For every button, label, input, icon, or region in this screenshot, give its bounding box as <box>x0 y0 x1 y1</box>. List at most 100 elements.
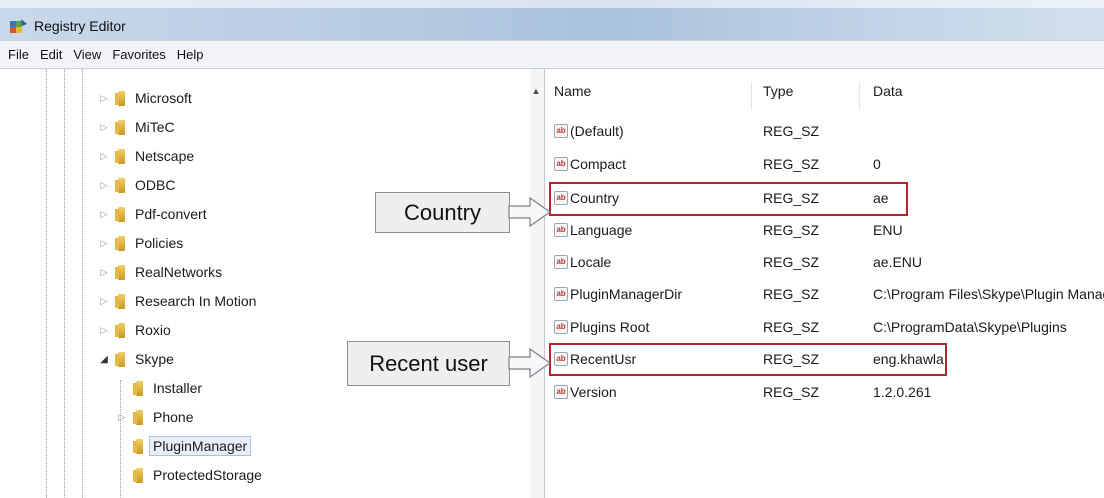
column-divider[interactable] <box>859 83 860 109</box>
expand-arrow-icon[interactable]: ▷ <box>96 180 112 191</box>
value-data: 0 <box>873 156 881 172</box>
string-value-icon: ab <box>554 124 568 138</box>
value-name: PluginManagerDir <box>570 286 683 302</box>
tree-item-label: ODBC <box>135 177 176 193</box>
tree-item-label: Research In Motion <box>135 293 257 309</box>
recentusr-highlight-box <box>549 343 947 376</box>
tree-guide-line <box>64 69 65 498</box>
tree-guide-line <box>46 69 47 498</box>
value-type: REG_SZ <box>763 222 820 238</box>
value-data: C:\ProgramData\Skype\Plugins <box>873 319 1067 335</box>
expand-arrow-icon[interactable]: ▷ <box>96 296 112 307</box>
expand-arrow-icon[interactable]: ▷ <box>96 238 112 249</box>
menu-edit[interactable]: Edit <box>40 47 62 62</box>
value-row-compact[interactable]: ab Compact REG_SZ 0 <box>546 152 1104 178</box>
folder-icon <box>114 264 128 280</box>
country-highlight-box <box>549 182 908 216</box>
tree-item-label: ProtectedStorage <box>153 467 262 483</box>
tree-item-label: Installer <box>153 380 203 396</box>
expand-arrow-icon[interactable]: ▷ <box>114 412 130 423</box>
value-row-plugins-root[interactable]: ab Plugins Root REG_SZ C:\ProgramData\Sk… <box>546 315 1104 341</box>
folder-icon <box>132 467 146 483</box>
tree-item-research-in-motion[interactable]: ▷ Research In Motion <box>96 288 256 314</box>
folder-icon <box>114 119 128 135</box>
registry-editor-icon <box>10 19 27 33</box>
tree-item-microsoft[interactable]: ▷ Microsoft <box>96 85 192 111</box>
folder-icon <box>114 322 128 338</box>
tree-item-label: Pdf-convert <box>135 206 207 222</box>
value-type: REG_SZ <box>763 254 820 270</box>
tree-item-label: Policies <box>135 235 184 251</box>
menu-favorites[interactable]: Favorites <box>112 47 165 62</box>
tree-item-roxio[interactable]: ▷ Roxio <box>96 317 171 343</box>
value-name: Version <box>570 384 617 400</box>
value-name: Plugins Root <box>570 319 650 335</box>
tree-item-label: Roxio <box>135 322 171 338</box>
title-bar-shine <box>0 0 1104 8</box>
recent-user-arrow-icon <box>508 347 552 379</box>
value-name: Locale <box>570 254 612 270</box>
column-header-data[interactable]: Data <box>873 83 903 99</box>
value-type: REG_SZ <box>763 319 820 335</box>
string-value-icon: ab <box>554 223 568 237</box>
values-pane[interactable]: Name Type Data ab (Default) REG_SZ ab Co… <box>546 69 1104 498</box>
country-arrow-icon <box>508 196 552 228</box>
tree-item-pdf-convert[interactable]: ▷ Pdf-convert <box>96 201 207 227</box>
column-header-name[interactable]: Name <box>554 83 591 99</box>
tree-item-label: PluginManager <box>149 436 252 456</box>
folder-icon <box>132 438 146 454</box>
tree-item-installer[interactable]: Installer <box>114 375 202 401</box>
expand-arrow-icon[interactable]: ▷ <box>96 209 112 220</box>
value-row-version[interactable]: ab Version REG_SZ 1.2.0.261 <box>546 380 1104 406</box>
value-type: REG_SZ <box>763 384 820 400</box>
title-bar: Registry Editor <box>0 0 1104 40</box>
tree-item-realnetworks[interactable]: ▷ RealNetworks <box>96 259 222 285</box>
value-type: REG_SZ <box>763 156 820 172</box>
menu-help[interactable]: Help <box>177 47 204 62</box>
tree-item-skype[interactable]: ◢ Skype <box>96 346 174 372</box>
value-data: C:\Program Files\Skype\Plugin Manager\ <box>873 286 1104 302</box>
string-value-icon: ab <box>554 157 568 171</box>
menu-view[interactable]: View <box>73 47 101 62</box>
expand-arrow-icon[interactable]: ▷ <box>96 267 112 278</box>
string-value-icon: ab <box>554 287 568 301</box>
value-type: REG_SZ <box>763 123 820 139</box>
folder-icon <box>114 206 128 222</box>
scroll-up-arrow-icon[interactable]: ▲ <box>529 83 543 99</box>
column-header-type[interactable]: Type <box>763 83 793 99</box>
menu-bar: File Edit View Favorites Help <box>0 40 1104 69</box>
tree-item-protectedstorage[interactable]: ProtectedStorage <box>114 462 262 488</box>
column-header: Name Type Data <box>546 83 1104 109</box>
value-row-pluginmanagerdir[interactable]: ab PluginManagerDir REG_SZ C:\Program Fi… <box>546 282 1104 308</box>
folder-icon <box>114 148 128 164</box>
tree-item-phone[interactable]: ▷ Phone <box>114 404 193 430</box>
value-row-default[interactable]: ab (Default) REG_SZ <box>546 119 1104 145</box>
value-row-language[interactable]: ab Language REG_SZ ENU <box>546 218 1104 244</box>
tree-item-policies[interactable]: ▷ Policies <box>96 230 183 256</box>
folder-icon <box>114 90 128 106</box>
value-name: Compact <box>570 156 627 172</box>
string-value-icon: ab <box>554 320 568 334</box>
tree-item-label: Netscape <box>135 148 195 164</box>
expand-arrow-icon[interactable]: ▷ <box>96 122 112 133</box>
tree-item-netscape[interactable]: ▷ Netscape <box>96 143 194 169</box>
value-name: (Default) <box>570 123 624 139</box>
value-row-locale[interactable]: ab Locale REG_SZ ae.ENU <box>546 250 1104 276</box>
key-tree-pane[interactable]: ▲ ▷ Microsoft ▷ MiTeC ▷ Netscape ▷ ODBC … <box>0 69 545 498</box>
value-name: Language <box>570 222 633 238</box>
string-value-icon: ab <box>554 255 568 269</box>
menu-file[interactable]: File <box>8 47 29 62</box>
tree-guide-line <box>82 69 83 498</box>
value-data: ae.ENU <box>873 254 923 270</box>
collapse-arrow-icon[interactable]: ◢ <box>96 354 112 365</box>
tree-item-label: Skype <box>135 351 174 367</box>
tree-item-odbc[interactable]: ▷ ODBC <box>96 172 175 198</box>
expand-arrow-icon[interactable]: ▷ <box>96 325 112 336</box>
folder-icon <box>114 293 128 309</box>
expand-arrow-icon[interactable]: ▷ <box>96 151 112 162</box>
column-divider[interactable] <box>751 83 752 109</box>
tree-item-mitec[interactable]: ▷ MiTeC <box>96 114 175 140</box>
tree-item-pluginmanager[interactable]: PluginManager <box>114 433 252 459</box>
tree-scrollbar[interactable] <box>530 69 544 498</box>
expand-arrow-icon[interactable]: ▷ <box>96 93 112 104</box>
